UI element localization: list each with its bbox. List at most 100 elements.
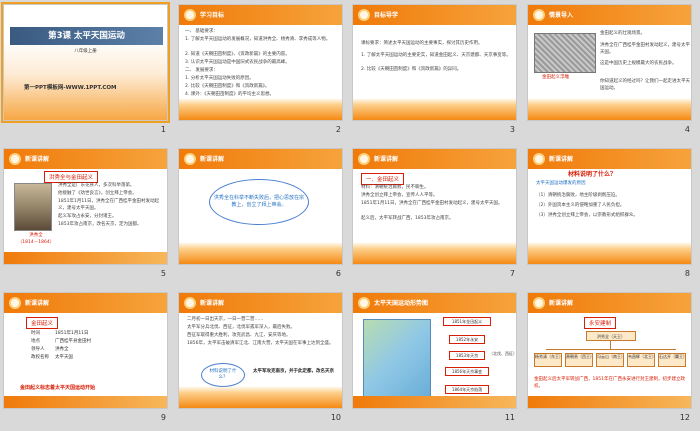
header-badge-icon bbox=[9, 153, 21, 165]
slide-12-title: 永安建制 bbox=[584, 317, 617, 329]
slide-number-4: 4 bbox=[684, 125, 690, 134]
table-cell: 领导人 bbox=[31, 347, 45, 352]
org-child: 杨秀清（东王） bbox=[534, 353, 563, 367]
slide-thumbnail-11[interactable]: 太平天国运动形势图 1851年金田起义 1852年永安 1853年天京 （北伐、… bbox=[349, 288, 521, 426]
slide-8-header: 新课讲解 bbox=[528, 149, 691, 169]
table-row: 时间 1851年1月11日 bbox=[28, 329, 94, 337]
slide-2-line: 1. 分析太平天国运动失败的原因。 bbox=[185, 76, 254, 81]
slide-thumbnail-4[interactable]: 情景导入 金田起义浮雕 金田起义的壮观场景。 洪秀全在广西桂平金田村发动起义，建… bbox=[524, 0, 696, 138]
table-cell: 时间 bbox=[31, 331, 40, 336]
slide-thumbnail-8[interactable]: 新课讲解 材料说明了什么？ 太平天国运动爆发的原因 （1）清朝统治腐败，地主阶级… bbox=[524, 144, 696, 282]
slide-thumbnail-6[interactable]: 新课讲解 洪秀全在科举不断失败后，把心思放在宗教上，创立了拜上帝会。 6 bbox=[175, 144, 347, 282]
slide-2-footer bbox=[179, 98, 342, 120]
flow-step: 1852年永安 bbox=[449, 335, 485, 344]
slide-thumbnail-9[interactable]: 新课讲解 金田起义 时间 1851年1月11日 地点 广西桂平县金田村 领导人 洪秀全… bbox=[0, 288, 172, 426]
org-connector bbox=[610, 341, 611, 349]
slide-10-canvas[interactable]: 新课讲解 二月初一日出天京，一日一营二营…… 太平军分兵北伐、西征，北伐军孤军深… bbox=[178, 292, 343, 409]
slide-number-12: 12 bbox=[679, 413, 690, 422]
slide-thumbnail-5[interactable]: 新课讲解 洪秀全与金田起义 洪秀全 （1814－1864） 洪秀全是广东花县人，… bbox=[0, 144, 172, 282]
slide-number-6: 6 bbox=[335, 269, 341, 278]
slide-5-header: 新课讲解 bbox=[4, 149, 167, 169]
slide-8-canvas[interactable]: 新课讲解 材料说明了什么？ 太平天国运动爆发的原因 （1）清朝统治腐败，地主阶级… bbox=[527, 148, 692, 265]
slide-2-canvas[interactable]: 学习目标 一、 基础要求： 1. 了解太平天国运动的发展概况，知道洪秀全、杨秀清… bbox=[178, 4, 343, 121]
slide-7-header-title: 新课讲解 bbox=[374, 156, 399, 163]
slide-number-7: 7 bbox=[509, 269, 515, 278]
slide-9-footer bbox=[4, 396, 167, 408]
header-badge-icon bbox=[184, 153, 196, 165]
slide-4-footer bbox=[528, 98, 691, 120]
header-badge-icon bbox=[9, 297, 21, 309]
slide-10-line: 二月初一日出天京，一日一营二营…… bbox=[187, 317, 264, 322]
thought-bubble: 洪秀全在科举不断失败后，把心思放在宗教上，创立了拜上帝会。 bbox=[209, 179, 309, 225]
slide-9-header-title: 新课讲解 bbox=[25, 300, 50, 307]
slide-7-line: 洪秀全创立拜上帝会，宣传人人平等。 bbox=[361, 193, 438, 198]
slide-1-background bbox=[4, 5, 167, 120]
slide-8-question: 材料说明了什么？ bbox=[568, 171, 617, 178]
slide-9-canvas[interactable]: 新课讲解 金田起义 时间 1851年1月11日 地点 广西桂平县金田村 领导人 洪秀全… bbox=[3, 292, 168, 409]
slide-number-8: 8 bbox=[684, 269, 690, 278]
table-cell: 洪秀全 bbox=[55, 347, 69, 352]
header-badge-icon bbox=[533, 297, 545, 309]
slide-11-canvas[interactable]: 太平天国运动形势图 1851年金田起义 1852年永安 1853年天京 （北伐、… bbox=[352, 292, 517, 409]
slide-4-caption: 金田起义浮雕 bbox=[542, 75, 569, 80]
slide-9-header: 新课讲解 bbox=[4, 293, 167, 313]
slide-sorter-grid: 第3课 太平天国运动 八年级上册 第一PPT模板网-WWW.1PPT.COM 1… bbox=[0, 0, 700, 431]
slide-7-footer bbox=[353, 242, 516, 264]
slide-4-canvas[interactable]: 情景导入 金田起义浮雕 金田起义的壮观场景。 洪秀全在广西桂平金田村发动起义，建… bbox=[527, 4, 692, 121]
org-child: 萧朝贵（西王） bbox=[565, 353, 594, 367]
slide-6-header-title: 新课讲解 bbox=[200, 156, 225, 163]
campaign-map-image bbox=[363, 319, 431, 397]
slide-7-canvas[interactable]: 新课讲解 一、金田起义 材料：清朝统治腐败，民不聊生。 洪秀全创立拜上帝会，宣传… bbox=[352, 148, 517, 265]
slide-4-line: 这是中国历史上规模最大的农民战争。 bbox=[600, 61, 677, 66]
slide-12-header-title: 新课讲解 bbox=[549, 300, 574, 307]
slide-8-subtitle: 太平天国运动爆发的原因 bbox=[536, 181, 586, 186]
slide-7-header: 新课讲解 bbox=[353, 149, 516, 169]
org-child: 韦昌辉（北王） bbox=[627, 353, 656, 367]
slide-8-line: （2）外国资本主义的侵略加重了人民负担。 bbox=[536, 203, 625, 208]
slide-9-table: 时间 1851年1月11日 地点 广西桂平县金田村 领导人 洪秀全 政权名称 太平天国 bbox=[28, 329, 94, 361]
table-cell: 太平天国 bbox=[55, 355, 73, 360]
org-root: 洪秀全（天王） bbox=[586, 331, 636, 341]
header-badge-icon bbox=[184, 9, 196, 21]
table-row: 领导人 洪秀全 bbox=[28, 345, 94, 353]
slide-3-header: 目标导学 bbox=[353, 5, 516, 25]
slide-5-line: 1851年1月11日，洪秀全在广西桂平金田村发动起义，建号太平天国。 bbox=[58, 199, 160, 211]
slide-6-footer bbox=[179, 242, 342, 264]
slide-3-header-title: 目标导学 bbox=[374, 12, 399, 19]
slide-2-header-title: 学习目标 bbox=[200, 12, 225, 19]
slide-thumbnail-7[interactable]: 新课讲解 一、金田起义 材料：清朝统治腐败，民不聊生。 洪秀全创立拜上帝会，宣传… bbox=[349, 144, 521, 282]
slide-number-9: 9 bbox=[160, 413, 166, 422]
slide-2-line: 2. 知道《天朝田亩制度》、《资政新篇》的主要内容。 bbox=[185, 52, 290, 57]
slide-4-header-title: 情景导入 bbox=[549, 12, 574, 19]
slide-thumbnail-2[interactable]: 学习目标 一、 基础要求： 1. 了解太平天国运动的发展概况，知道洪秀全、杨秀清… bbox=[175, 0, 347, 138]
slide-3-canvas[interactable]: 目标导学 课标要求：简述太平天国运动的主要事实，探讨其历史作用。 1. 了解太平… bbox=[352, 4, 517, 121]
flow-step: 1856年天京事变 bbox=[445, 367, 489, 376]
org-child: 冯云山（南王） bbox=[596, 353, 625, 367]
slide-12-canvas[interactable]: 新课讲解 永安建制 洪秀全（天王） 杨秀清（东王） 萧朝贵（西王） 冯云山（南王… bbox=[527, 292, 692, 409]
slide-8-header-title: 新课讲解 bbox=[549, 156, 574, 163]
table-cell: 地点 bbox=[31, 339, 40, 344]
slide-1-title: 第3课 太平天国运动 bbox=[10, 27, 163, 45]
slide-2-header: 学习目标 bbox=[179, 5, 342, 25]
slide-10-line: 西征军取得重大胜利，攻克武昌、九江、安庆等地。 bbox=[187, 333, 291, 338]
slide-2-line: 一、 基础要求： bbox=[185, 29, 218, 34]
slide-5-canvas[interactable]: 新课讲解 洪秀全与金田起义 洪秀全 （1814－1864） 洪秀全是广东花县人，… bbox=[3, 148, 168, 265]
slide-8-line: （1）清朝统治腐败，地主阶级剥削压迫。 bbox=[536, 193, 620, 198]
slide-thumbnail-3[interactable]: 目标导学 课标要求：简述太平天国运动的主要事实，探讨其历史作用。 1. 了解太平… bbox=[349, 0, 521, 138]
slide-2-line: 2. 比较《天朝田亩制度》和《资政新篇》。 bbox=[185, 84, 270, 89]
slide-3-line: 2. 比较《天朝田亩制度》和《资政新篇》的异同。 bbox=[361, 67, 462, 72]
slide-thumbnail-12[interactable]: 新课讲解 永安建制 洪秀全（天王） 杨秀清（东王） 萧朝贵（西王） 冯云山（南王… bbox=[524, 288, 696, 426]
slide-thumbnail-1[interactable]: 第3课 太平天国运动 八年级上册 第一PPT模板网-WWW.1PPT.COM 1 bbox=[0, 0, 172, 138]
slide-3-line: 课标要求：简述太平天国运动的主要事实，探讨其历史作用。 bbox=[361, 41, 483, 46]
slide-8-footer bbox=[528, 242, 691, 264]
slide-6-canvas[interactable]: 新课讲解 洪秀全在科举不断失败后，把心思放在宗教上，创立了拜上帝会。 bbox=[178, 148, 343, 265]
slide-thumbnail-10[interactable]: 新课讲解 二月初一日出天京，一日一营二营…… 太平军分兵北伐、西征，北伐军孤军深… bbox=[175, 288, 347, 426]
header-badge-icon bbox=[358, 9, 370, 21]
header-badge-icon bbox=[358, 153, 370, 165]
slide-7-line: 1851年1月11日，洪秀全在广西桂平金田村发动起义，建号太平天国。 bbox=[361, 201, 503, 206]
header-badge-icon bbox=[358, 297, 370, 309]
slide-5-line: 1853年攻占南京，改名天京，定为国都。 bbox=[58, 222, 142, 227]
slide-1-canvas[interactable]: 第3课 太平天国运动 八年级上册 第一PPT模板网-WWW.1PPT.COM bbox=[1, 2, 170, 123]
slide-7-tag: 一、金田起义 bbox=[361, 173, 405, 185]
table-row: 地点 广西桂平县金田村 bbox=[28, 337, 94, 345]
